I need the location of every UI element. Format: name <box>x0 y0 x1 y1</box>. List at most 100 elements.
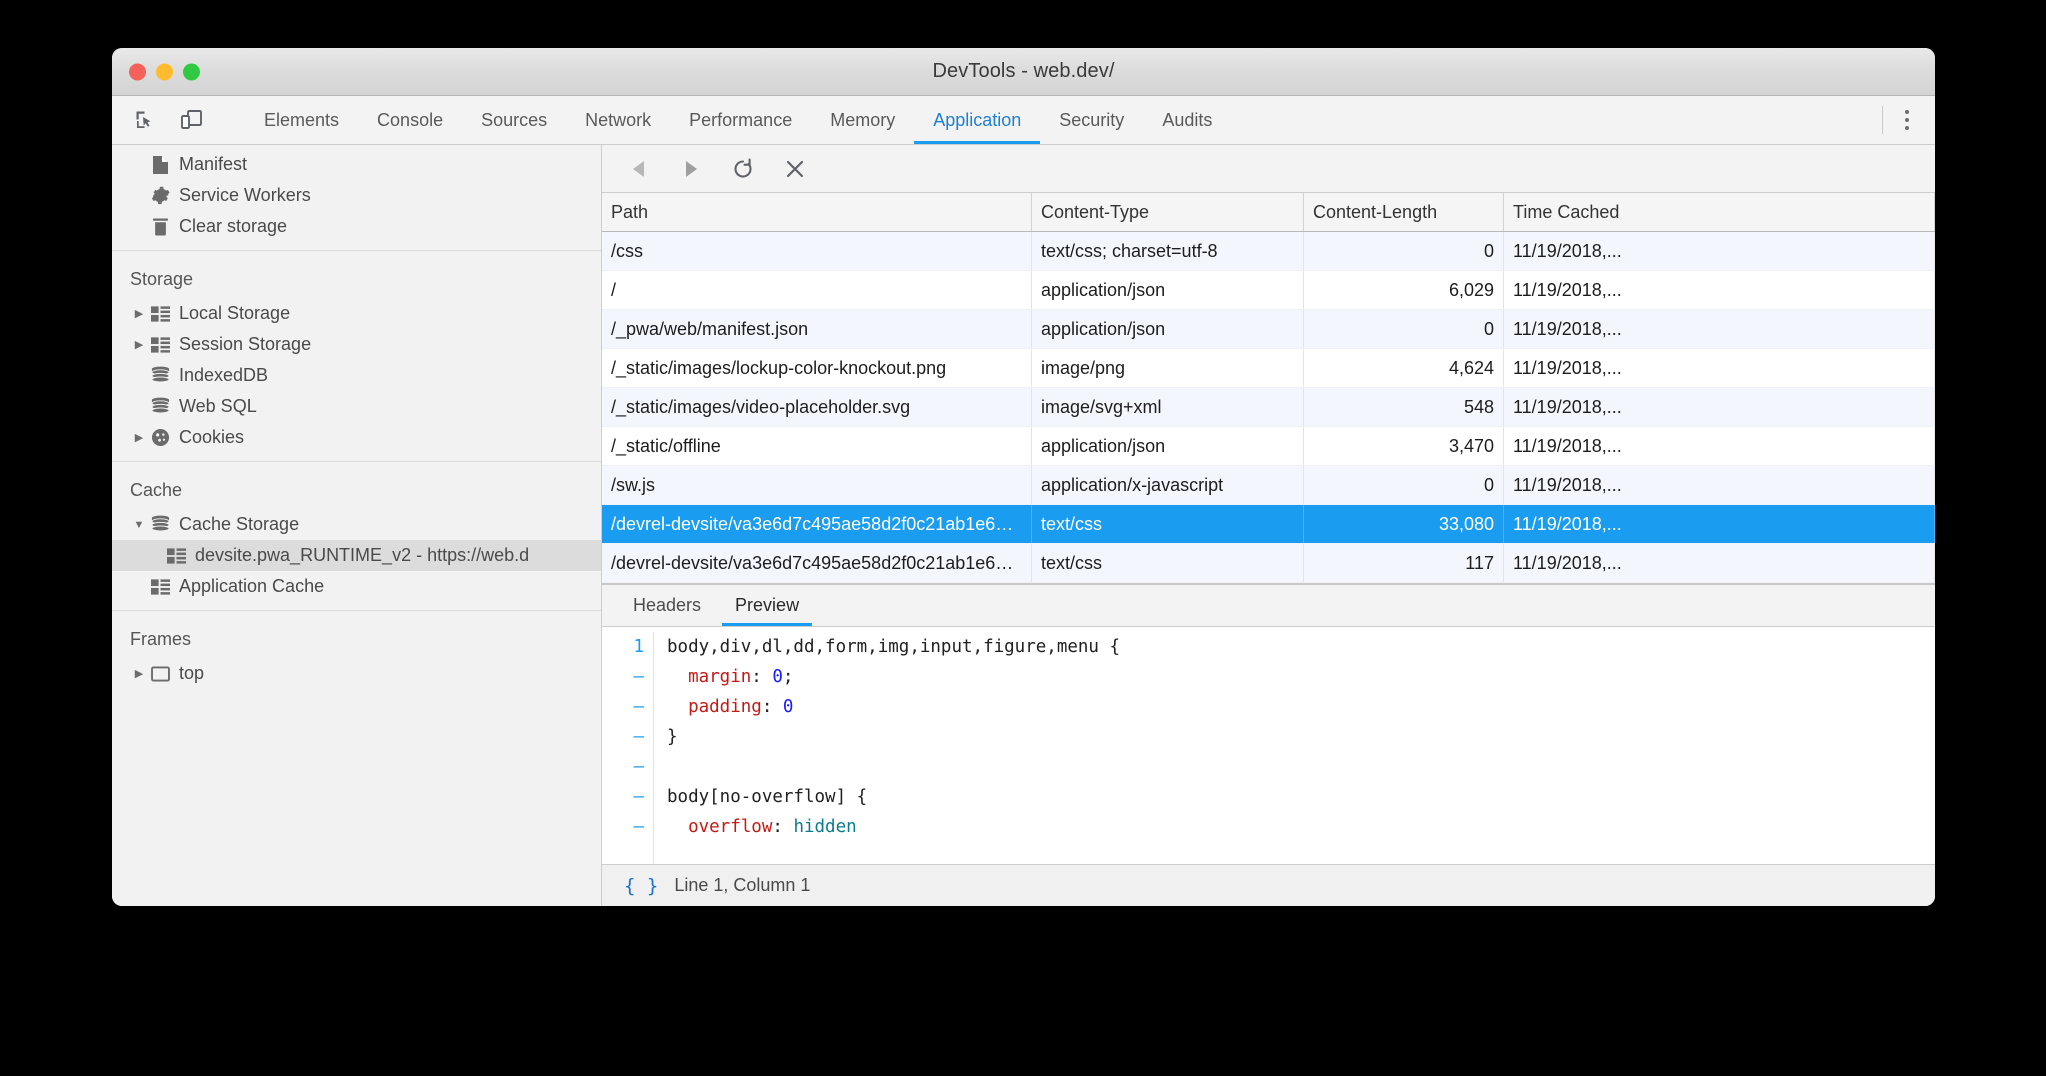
refresh-icon[interactable] <box>728 154 758 184</box>
table-row[interactable]: /_static/images/lockup-color-knockout.pn… <box>602 349 1935 388</box>
cell-content-type: text/css; charset=utf-8 <box>1032 232 1304 270</box>
device-toolbar-icon[interactable] <box>174 103 208 137</box>
sidebar-item-session-storage[interactable]: ▶ Session Storage <box>112 329 601 360</box>
cell-path: /css <box>602 232 1032 270</box>
code-line: } <box>667 722 1120 752</box>
column-header-path[interactable]: Path <box>602 193 1032 231</box>
table-row-selected[interactable]: /devrel-devsite/va3e6d7c495ae58d2f0c21ab… <box>602 505 1935 544</box>
sidebar-item-cache-storage[interactable]: ▼ Cache Storage <box>112 509 601 540</box>
cell-content-type: application/x-javascript <box>1032 466 1304 504</box>
sidebar-item-label: Manifest <box>179 154 247 175</box>
chevron-right-icon[interactable]: ▶ <box>130 338 148 351</box>
tab-label: Sources <box>481 110 547 131</box>
sidebar-item-label: top <box>179 663 204 684</box>
sidebar-item-label: Session Storage <box>179 334 311 355</box>
maximize-window-button[interactable] <box>183 63 200 80</box>
tab-sources[interactable]: Sources <box>462 96 566 144</box>
sidebar-group-storage: Storage ▶ Local Storage ▶ Session Storag… <box>112 250 601 461</box>
minimize-window-button[interactable] <box>156 63 173 80</box>
line-number-gutter: 1 – – – – – – <box>602 632 654 864</box>
table-row[interactable]: /_static/images/video-placeholder.svg im… <box>602 388 1935 427</box>
table-row[interactable]: / application/json 6,029 11/19/2018,... <box>602 271 1935 310</box>
tab-headers[interactable]: Headers <box>616 585 718 626</box>
sidebar-item-web-sql[interactable]: Web SQL <box>112 391 601 422</box>
cell-time-cached: 11/19/2018,... <box>1504 388 1935 426</box>
chevron-right-icon[interactable]: ▶ <box>130 431 148 444</box>
sidebar-item-label: IndexedDB <box>179 365 268 386</box>
cell-content-length: 0 <box>1304 232 1504 270</box>
sidebar-item-devsite-pwa-runtime-v2[interactable]: devsite.pwa_RUNTIME_v2 - https://web.d <box>112 540 601 571</box>
tab-label: Performance <box>689 110 792 131</box>
line-number: 1 <box>602 632 644 662</box>
devtools-tabstrip: Elements Console Sources Network Perform… <box>112 96 1935 145</box>
table-row[interactable]: /sw.js application/x-javascript 0 11/19/… <box>602 466 1935 505</box>
cell-content-length: 3,470 <box>1304 427 1504 465</box>
inspect-element-icon[interactable] <box>128 103 162 137</box>
table-row[interactable]: /_pwa/web/manifest.json application/json… <box>602 310 1935 349</box>
line-number: – <box>602 752 644 782</box>
application-sidebar: Manifest Service Workers Clear storage <box>112 145 602 906</box>
cache-storage-panel: Path Content-Type Content-Length Time Ca… <box>602 145 1935 906</box>
preview-pane: Headers Preview 1 – – – – – – body,div,d… <box>602 583 1935 906</box>
sidebar-item-local-storage[interactable]: ▶ Local Storage <box>112 298 601 329</box>
cell-time-cached: 11/19/2018,... <box>1504 466 1935 504</box>
cell-time-cached: 11/19/2018,... <box>1504 232 1935 270</box>
sidebar-item-manifest[interactable]: Manifest <box>112 149 601 180</box>
column-header-time-cached[interactable]: Time Cached <box>1504 193 1935 231</box>
table-row[interactable]: /devrel-devsite/va3e6d7c495ae58d2f0c21ab… <box>602 544 1935 583</box>
tab-label: Preview <box>735 595 799 616</box>
table-header-row: Path Content-Type Content-Length Time Ca… <box>602 193 1935 232</box>
sidebar-item-indexeddb[interactable]: IndexedDB <box>112 360 601 391</box>
chevron-right-icon[interactable]: ▶ <box>130 307 148 320</box>
table-icon <box>164 548 188 564</box>
pretty-print-braces-icon[interactable]: { } <box>624 875 658 897</box>
table-row[interactable]: /_static/offline application/json 3,470 … <box>602 427 1935 466</box>
sidebar-item-label: Local Storage <box>179 303 290 324</box>
sidebar-item-application-cache[interactable]: Application Cache <box>112 571 601 602</box>
chevron-right-icon[interactable]: ▶ <box>130 667 148 680</box>
cell-time-cached: 11/19/2018,... <box>1504 427 1935 465</box>
tab-memory[interactable]: Memory <box>811 96 914 144</box>
column-header-content-type[interactable]: Content-Type <box>1032 193 1304 231</box>
tab-audits[interactable]: Audits <box>1143 96 1231 144</box>
tab-application[interactable]: Application <box>914 96 1040 144</box>
cell-content-type: application/json <box>1032 271 1304 309</box>
cell-time-cached: 11/19/2018,... <box>1504 349 1935 387</box>
code-line: overflow: hidden <box>667 812 1120 842</box>
tab-performance[interactable]: Performance <box>670 96 811 144</box>
database-icon <box>148 397 172 416</box>
sidebar-item-top-frame[interactable]: ▶ top <box>112 658 601 689</box>
cell-content-length: 117 <box>1304 544 1504 582</box>
trash-icon <box>148 217 172 237</box>
cell-path: /_static/offline <box>602 427 1032 465</box>
code-line: body,div,dl,dd,form,img,input,figure,men… <box>667 632 1120 662</box>
cell-content-length: 6,029 <box>1304 271 1504 309</box>
tab-security[interactable]: Security <box>1040 96 1143 144</box>
preview-tabstrip: Headers Preview <box>602 585 1935 627</box>
document-icon <box>148 155 172 175</box>
cell-content-type: text/css <box>1032 505 1304 543</box>
sidebar-item-clear-storage[interactable]: Clear storage <box>112 211 601 242</box>
tab-label: Security <box>1059 110 1124 131</box>
close-window-button[interactable] <box>129 63 146 80</box>
table-row[interactable]: /css text/css; charset=utf-8 0 11/19/201… <box>602 232 1935 271</box>
sidebar-item-service-workers[interactable]: Service Workers <box>112 180 601 211</box>
tab-console[interactable]: Console <box>358 96 462 144</box>
tab-preview[interactable]: Preview <box>718 585 816 626</box>
tab-elements[interactable]: Elements <box>245 96 358 144</box>
triangle-left-icon[interactable] <box>624 154 654 184</box>
tab-label: Elements <box>264 110 339 131</box>
devtools-window: DevTools - web.dev/ <box>112 48 1935 906</box>
column-header-content-length[interactable]: Content-Length <box>1304 193 1504 231</box>
cell-time-cached: 11/19/2018,... <box>1504 310 1935 348</box>
cell-path: /_static/images/lockup-color-knockout.pn… <box>602 349 1032 387</box>
sidebar-item-cookies[interactable]: ▶ Cookies <box>112 422 601 453</box>
frame-icon <box>148 666 172 682</box>
more-options-icon[interactable] <box>1887 100 1927 140</box>
database-icon <box>148 515 172 534</box>
tab-network[interactable]: Network <box>566 96 670 144</box>
close-x-icon[interactable] <box>780 154 810 184</box>
triangle-right-icon[interactable] <box>676 154 706 184</box>
chevron-down-icon[interactable]: ▼ <box>130 519 148 531</box>
code-viewer[interactable]: 1 – – – – – – body,div,dl,dd,form,img,in… <box>602 627 1935 864</box>
